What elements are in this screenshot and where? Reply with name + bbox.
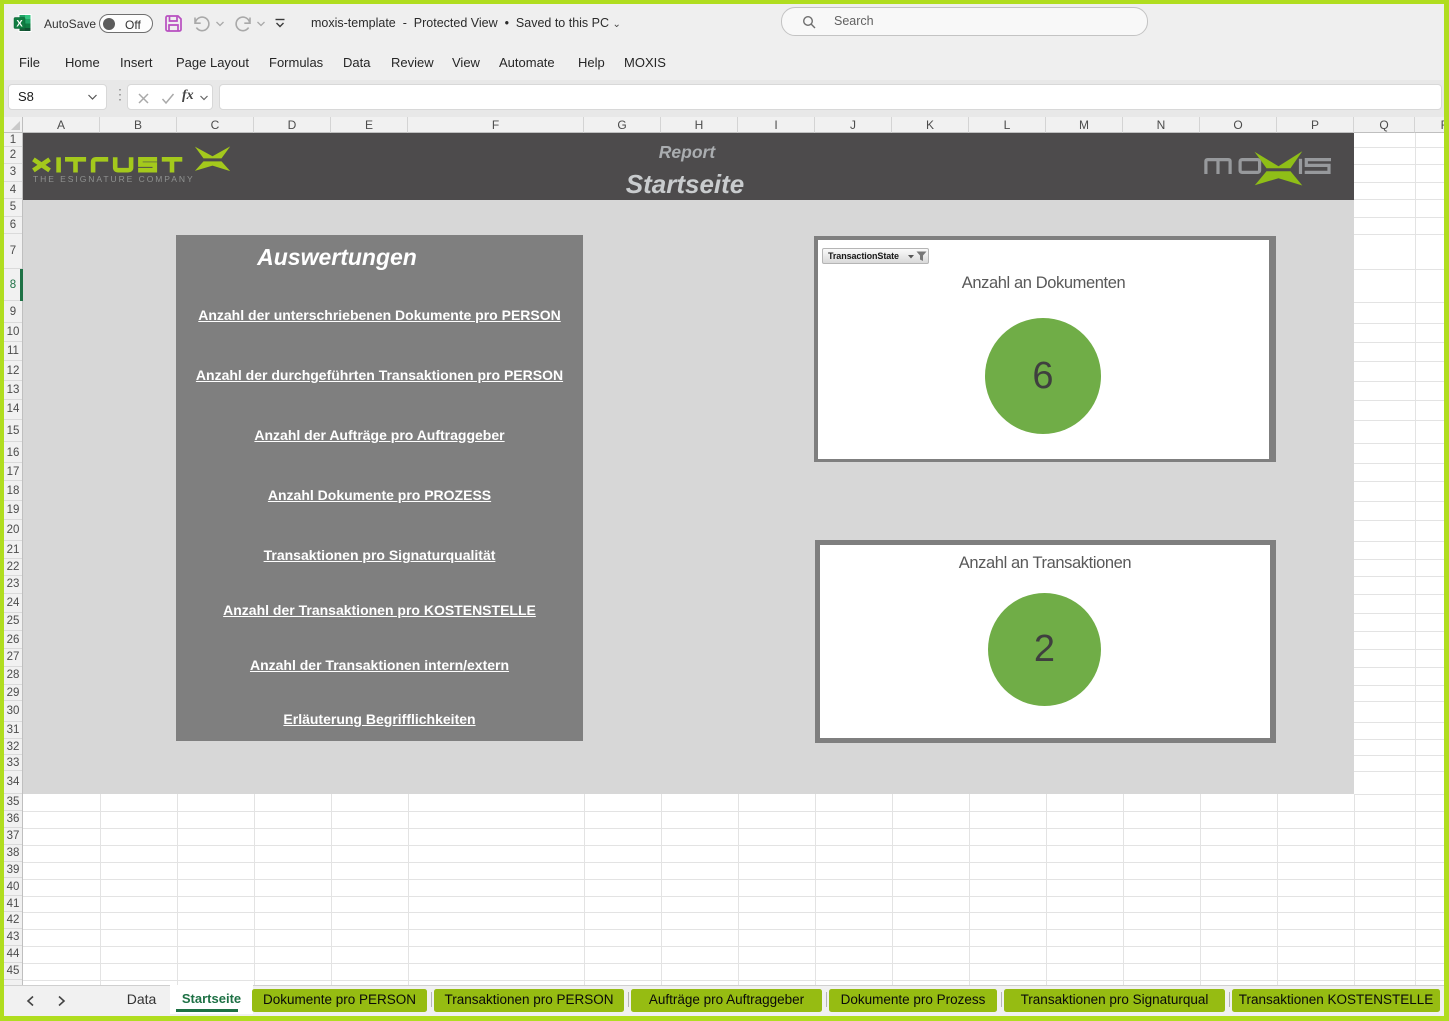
svg-text:X: X <box>16 19 23 30</box>
